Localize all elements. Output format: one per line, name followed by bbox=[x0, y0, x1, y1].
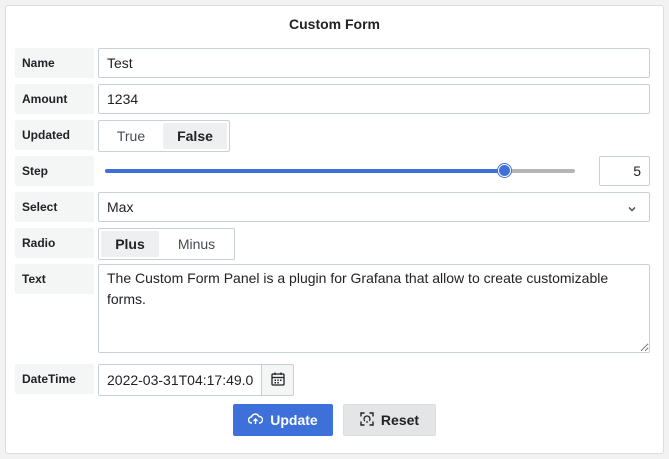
reset-button[interactable]: Reset bbox=[343, 404, 436, 436]
datetime-input[interactable]: 2022-03-31T04:17:49.0 bbox=[98, 364, 262, 396]
panel-title: Custom Form bbox=[289, 16, 380, 32]
update-button[interactable]: Update bbox=[233, 404, 333, 436]
reset-icon bbox=[360, 411, 374, 429]
name-input[interactable]: Test bbox=[98, 48, 650, 78]
datetime-label: DateTime bbox=[15, 364, 94, 394]
radio-option-plus[interactable]: Plus bbox=[101, 231, 159, 257]
text-textarea[interactable]: The Custom Form Panel is a plugin for Gr… bbox=[98, 264, 650, 353]
step-value-input[interactable]: 5 bbox=[599, 156, 650, 186]
datetime-picker-button[interactable] bbox=[261, 364, 294, 396]
step-slider-fill bbox=[105, 169, 505, 173]
radio-group: Plus Minus bbox=[98, 228, 235, 260]
updated-option-false[interactable]: False bbox=[163, 123, 227, 149]
radio-label: Radio bbox=[15, 228, 94, 258]
step-slider[interactable] bbox=[105, 164, 575, 177]
step-label: Step bbox=[15, 156, 94, 186]
reset-button-label: Reset bbox=[380, 412, 420, 428]
updated-radio-group: True False bbox=[98, 120, 230, 152]
radio-option-minus[interactable]: Minus bbox=[161, 231, 232, 257]
update-button-label: Update bbox=[270, 412, 318, 428]
cloud-upload-icon bbox=[248, 412, 264, 428]
amount-label: Amount bbox=[15, 84, 94, 114]
select-label: Select bbox=[15, 192, 94, 222]
chevron-down-icon bbox=[627, 201, 637, 217]
custom-form-panel: Custom Form Name Test Amount 1234 Update… bbox=[5, 5, 664, 454]
calendar-icon bbox=[270, 372, 285, 389]
select-value: Max bbox=[107, 199, 134, 215]
name-label: Name bbox=[15, 48, 94, 78]
updated-option-true[interactable]: True bbox=[101, 123, 161, 149]
text-label: Text bbox=[15, 264, 94, 294]
select-dropdown[interactable]: Max bbox=[98, 192, 650, 222]
amount-input[interactable]: 1234 bbox=[98, 84, 650, 114]
step-slider-thumb[interactable] bbox=[498, 164, 511, 177]
updated-label: Updated bbox=[15, 120, 94, 150]
